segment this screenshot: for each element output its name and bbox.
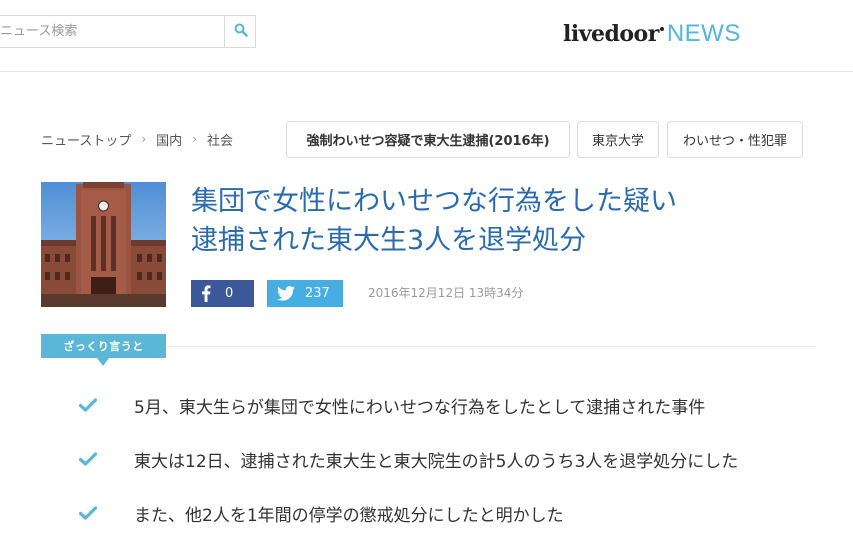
facebook-share-button[interactable]: 0: [191, 280, 254, 307]
check-icon: [78, 503, 98, 523]
tag-university[interactable]: 東京大学: [577, 121, 659, 158]
chevron-right-icon: ›: [141, 132, 147, 146]
summary-point: 5月、東大生らが集団で女性にわいせつな行為をしたとして逮捕された事件: [78, 392, 705, 418]
article-title-line2: 逮捕された東大生3人を退学処分: [191, 225, 587, 256]
facebook-icon: [191, 285, 221, 302]
article-title-line1: 集団で女性にわいせつな行為をした疑い: [191, 186, 677, 217]
breadcrumb: ニューストップ › 国内 › 社会: [41, 128, 233, 150]
breadcrumb-item-top[interactable]: ニューストップ: [41, 130, 131, 149]
summary-point: また、他2人を1年間の停学の懲戒処分にしたと明かした: [78, 500, 564, 526]
breadcrumb-item-society[interactable]: 社会: [207, 130, 233, 149]
site-logo[interactable]: livedoor NEWS: [563, 17, 741, 49]
twitter-count: 237: [305, 286, 330, 301]
publish-date: 2016年12月12日 13時34分: [368, 286, 524, 300]
search-button[interactable]: [224, 15, 256, 48]
summary-label: ざっくり言うと: [41, 334, 166, 366]
article-title: 集団で女性にわいせつな行為をした疑い 逮捕された東大生3人を退学処分: [191, 182, 831, 260]
summary-divider: [166, 346, 816, 347]
search-box: [0, 15, 256, 48]
search-icon: [234, 22, 248, 41]
summary-point-text: 5月、東大生らが集団で女性にわいせつな行為をしたとして逮捕された事件: [134, 397, 706, 418]
check-icon: [78, 449, 98, 469]
search-input[interactable]: [0, 16, 224, 47]
clock-tower-image: [41, 182, 166, 307]
tag-topic[interactable]: 強制わいせつ容疑で東大生逮捕(2016年): [286, 121, 570, 158]
twitter-icon: [267, 286, 305, 301]
chevron-right-icon: ›: [192, 132, 197, 146]
article-thumbnail[interactable]: [41, 182, 166, 307]
logo-main: livedoor: [563, 21, 659, 47]
logo-dot: [659, 27, 664, 31]
facebook-count: 0: [225, 286, 234, 301]
summary-point: 東大は12日、逮捕された東大生と東大院生の計5人のうち3人を退学処分にした: [78, 446, 738, 472]
summary-point-text: また、他2人を1年間の停学の懲戒処分にしたと明かした: [134, 505, 564, 526]
breadcrumb-item-domestic[interactable]: 国内: [156, 130, 182, 149]
logo-news: NEWS: [666, 20, 741, 47]
check-icon: [78, 395, 98, 415]
twitter-share-button[interactable]: 237: [267, 280, 343, 307]
tag-category[interactable]: わいせつ・性犯罪: [667, 121, 803, 158]
summary-point-text: 東大は12日、逮捕された東大生と東大院生の計5人のうち3人を退学処分にした: [134, 451, 739, 472]
site-header: livedoor NEWS: [0, 0, 853, 72]
